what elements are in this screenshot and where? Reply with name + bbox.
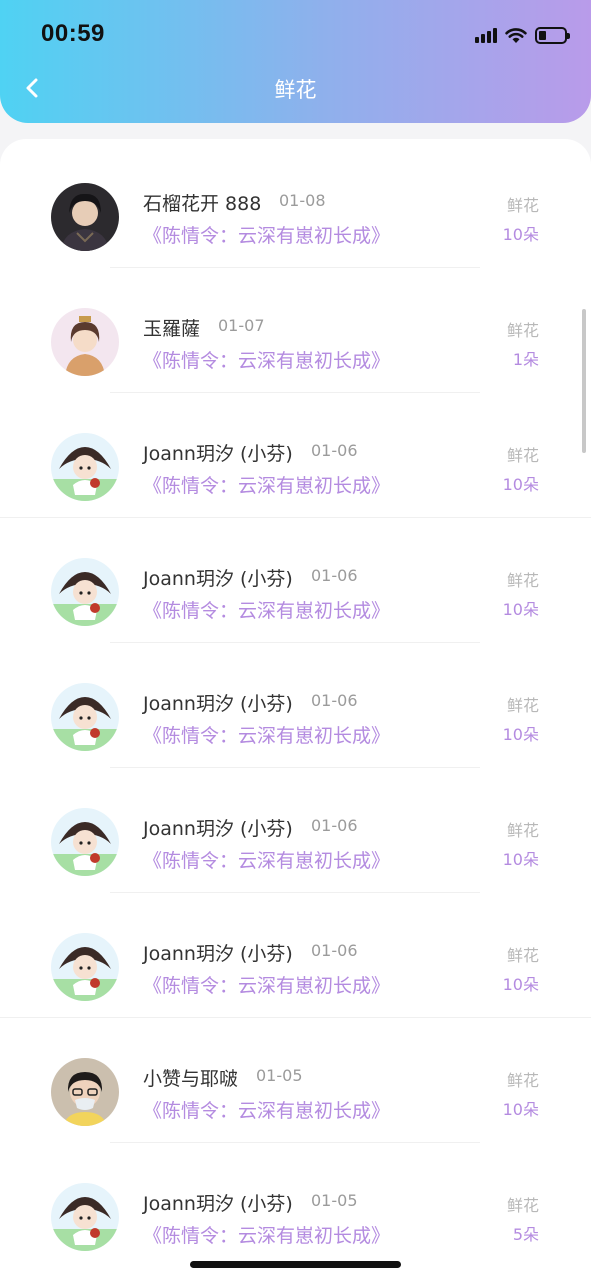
- status-time: 00:59: [41, 20, 105, 47]
- battery-icon: [535, 26, 570, 44]
- signal-icon: [475, 27, 497, 43]
- gift-count: 10朵: [502, 975, 539, 994]
- scrollbar[interactable]: [582, 309, 586, 453]
- list-item[interactable]: Joann玥汐 (小芬) 01-06 《陈情令：云深有崽初长成》 鲜花 10朵: [0, 514, 591, 643]
- header-bar: 00:59 鲜花: [0, 0, 591, 123]
- user-name: 小赞与耶啵: [143, 1068, 239, 1090]
- list-item[interactable]: 玉羅薩 01-07 《陈情令：云深有崽初长成》 鲜花 1朵: [0, 264, 591, 393]
- list-item[interactable]: Joann玥汐 (小芬) 01-06 《陈情令：云深有崽初长成》 鲜花 10朵: [0, 389, 591, 518]
- gift-date: 01-06: [311, 941, 358, 960]
- gift-type: 鲜花: [506, 1071, 539, 1090]
- avatar-photo-icon: [51, 1058, 119, 1126]
- avatar-girl-icon: [51, 308, 119, 376]
- book-title[interactable]: 《陈情令：云深有崽初长成》: [143, 346, 390, 373]
- gift-date: 01-05: [256, 1066, 303, 1085]
- gift-type: 鲜花: [506, 1196, 539, 1215]
- book-title[interactable]: 《陈情令：云深有崽初长成》: [143, 471, 390, 498]
- gift-date: 01-06: [311, 816, 358, 835]
- gift-date: 01-08: [279, 191, 326, 210]
- gift-count: 10朵: [502, 725, 539, 744]
- gift-count: 10朵: [502, 225, 539, 244]
- list-item[interactable]: 小赞与耶啵 01-05 《陈情令：云深有崽初长成》 鲜花 10朵: [0, 1014, 591, 1143]
- user-name: Joann玥汐 (小芬): [143, 1193, 293, 1215]
- gift-date: 01-07: [218, 316, 265, 335]
- gift-count: 10朵: [502, 850, 539, 869]
- gift-count: 10朵: [502, 475, 539, 494]
- gift-date: 01-06: [311, 566, 358, 585]
- gift-date: 01-05: [311, 1191, 358, 1210]
- list-item[interactable]: Joann玥汐 (小芬) 01-06 《陈情令：云深有崽初长成》 鲜花 10朵: [0, 764, 591, 893]
- list-item[interactable]: Joann玥汐 (小芬) 01-06 《陈情令：云深有崽初长成》 鲜花 10朵: [0, 889, 591, 1018]
- avatar-chibi-icon: [51, 683, 119, 751]
- user-name: Joann玥汐 (小芬): [143, 568, 293, 590]
- page-title: 鲜花: [274, 78, 317, 102]
- list-item[interactable]: Joann玥汐 (小芬) 01-05 《陈情令：云深有崽初长成》 鲜花 5朵: [0, 1139, 591, 1263]
- gift-count: 10朵: [502, 1100, 539, 1119]
- book-title[interactable]: 《陈情令：云深有崽初长成》: [143, 721, 390, 748]
- gift-date: 01-06: [311, 441, 358, 460]
- avatar-chibi-icon: [51, 808, 119, 876]
- list-item[interactable]: 石榴花开 888 01-08 《陈情令：云深有崽初长成》 鲜花 10朵: [0, 139, 591, 268]
- gift-type: 鲜花: [506, 946, 539, 965]
- avatar-chibi-icon: [51, 558, 119, 626]
- avatar-chibi-icon: [51, 1183, 119, 1251]
- home-indicator: [190, 1261, 401, 1268]
- gift-count: 10朵: [502, 600, 539, 619]
- avatar-chibi-icon: [51, 933, 119, 1001]
- gift-type: 鲜花: [506, 571, 539, 590]
- book-title[interactable]: 《陈情令：云深有崽初长成》: [143, 596, 390, 623]
- list-item[interactable]: Joann玥汐 (小芬) 01-06 《陈情令：云深有崽初长成》 鲜花 10朵: [0, 639, 591, 768]
- gift-date: 01-06: [311, 691, 358, 710]
- gift-type: 鲜花: [506, 446, 539, 465]
- gift-type: 鲜花: [506, 821, 539, 840]
- book-title[interactable]: 《陈情令：云深有崽初长成》: [143, 1096, 390, 1123]
- book-title[interactable]: 《陈情令：云深有崽初长成》: [143, 846, 390, 873]
- user-name: Joann玥汐 (小芬): [143, 443, 293, 465]
- user-name: 玉羅薩: [143, 318, 201, 340]
- gift-type: 鲜花: [506, 321, 539, 340]
- avatar-chibi-icon: [51, 433, 119, 501]
- wifi-icon: [505, 27, 527, 43]
- book-title[interactable]: 《陈情令：云深有崽初长成》: [143, 1221, 390, 1248]
- book-title[interactable]: 《陈情令：云深有崽初长成》: [143, 221, 390, 248]
- user-name: Joann玥汐 (小芬): [143, 818, 293, 840]
- user-name: Joann玥汐 (小芬): [143, 943, 293, 965]
- user-name: 石榴花开 888: [143, 193, 262, 215]
- gift-count: 5朵: [512, 1225, 539, 1244]
- gift-count: 1朵: [512, 350, 539, 369]
- book-title[interactable]: 《陈情令：云深有崽初长成》: [143, 971, 390, 998]
- user-name: Joann玥汐 (小芬): [143, 693, 293, 715]
- gift-type: 鲜花: [506, 196, 539, 215]
- status-icons: [475, 23, 570, 47]
- avatar-man-icon: [51, 183, 119, 251]
- gift-type: 鲜花: [506, 696, 539, 715]
